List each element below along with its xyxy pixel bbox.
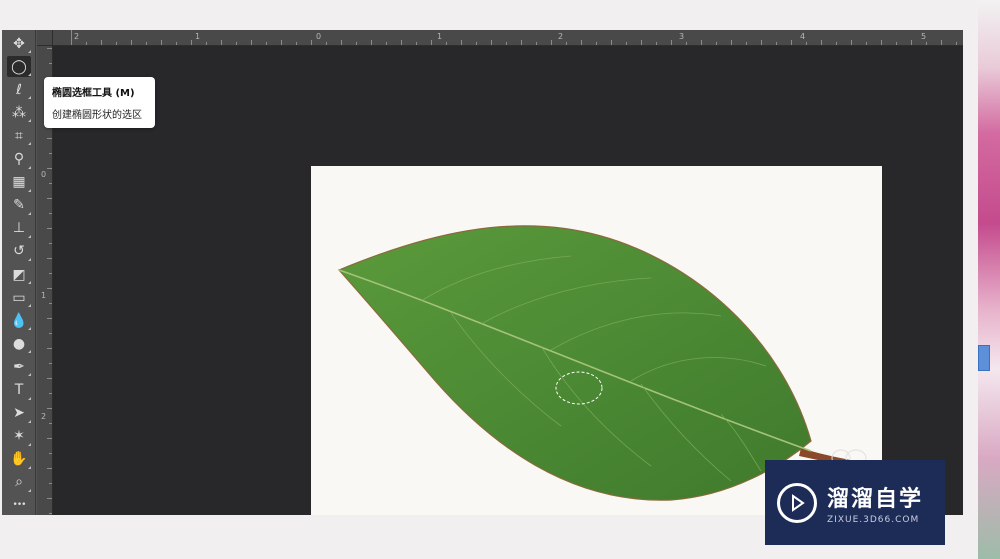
hand-icon: ✋ [10, 451, 28, 468]
dodge-tool[interactable]: ● [7, 333, 31, 354]
move-tool[interactable]: ✥ [7, 33, 31, 54]
path-selection-tool[interactable]: ➤ [7, 403, 31, 424]
ellipsis-icon: ••• [12, 500, 27, 510]
ruler-top-label: 4 [800, 32, 806, 41]
ruler-top-label: 1 [195, 32, 201, 41]
ruler-top-label: 5 [921, 32, 927, 41]
ellipse-marquee-icon: ◯ [11, 58, 27, 75]
magic-wand-tool[interactable]: ⁂ [7, 102, 31, 123]
ruler-top-label: 0 [316, 32, 322, 41]
more-tools[interactable]: ••• [7, 495, 31, 516]
history-brush-icon: ↺ [13, 243, 25, 260]
hand-tool[interactable]: ✋ [7, 449, 31, 470]
magic-wand-icon: ⁂ [12, 104, 26, 121]
brush-tool[interactable]: ✎ [7, 195, 31, 216]
horizontal-ruler[interactable]: 2 1 0 1 2 3 4 5 [53, 30, 963, 46]
desktop-background-edge [978, 0, 1000, 559]
ruler-corner[interactable] [37, 30, 53, 46]
watermark-brand: 溜溜自学 [827, 486, 924, 512]
ruler-top-label: 3 [679, 32, 685, 41]
eyedropper-tool[interactable]: ⚲ [7, 149, 31, 170]
move-icon: ✥ [13, 35, 25, 52]
stamp-icon: ⊥ [12, 220, 26, 237]
tools-panel: ✥ ◯ ℓ ⁂ ⌗ ⚲ ▦ ✎ ⊥ ↺ ◩ ▭ 💧 ● ✒ T ➤ ✶ ✋ ⌕ ••• [2, 30, 36, 515]
canvas-area[interactable] [53, 46, 963, 515]
type-tool[interactable]: T [7, 380, 31, 401]
crop-icon: ⌗ [15, 127, 23, 144]
play-logo-icon [777, 482, 817, 523]
pen-tool[interactable]: ✒ [7, 356, 31, 377]
drop-icon: 💧 [10, 312, 28, 329]
leaf-shape [337, 225, 812, 501]
crop-tool[interactable]: ⌗ [7, 125, 31, 146]
eyedropper-icon: ⚲ [13, 151, 25, 167]
watermark-logo: 溜溜自学 ZIXUE.3D66.COM [765, 460, 945, 545]
dodge-icon: ● [12, 335, 26, 352]
ruler-left-label: 1 [41, 291, 47, 300]
ruler-left-label: 0 [41, 170, 47, 179]
pen-icon: ✒ [13, 358, 25, 375]
clone-stamp-tool[interactable]: ⊥ [7, 218, 31, 239]
healing-brush-tool[interactable]: ▦ [7, 172, 31, 193]
shape-icon: ✶ [13, 428, 25, 445]
zoom-icon: ⌕ [15, 474, 23, 491]
ruler-left-label: 2 [41, 412, 47, 421]
eraser-icon: ◩ [12, 266, 26, 283]
brush-icon: ✎ [13, 197, 25, 214]
history-brush-tool[interactable]: ↺ [7, 241, 31, 262]
zoom-tool[interactable]: ⌕ [7, 472, 31, 493]
arrow-icon: ➤ [13, 405, 25, 422]
ruler-top-label: 2 [74, 32, 80, 41]
side-panel-tab[interactable] [978, 345, 990, 371]
tooltip-title: 椭圆选框工具 (M) [52, 88, 135, 99]
gradient-icon: ▭ [12, 289, 26, 306]
tool-tooltip: 椭圆选框工具 (M) 创建椭圆形状的选区 [44, 77, 155, 128]
type-icon: T [14, 382, 24, 398]
ruler-top-label: 2 [558, 32, 564, 41]
gradient-tool[interactable]: ▭ [7, 287, 31, 308]
tooltip-description: 创建椭圆形状的选区 [52, 110, 142, 121]
blur-tool[interactable]: 💧 [7, 310, 31, 331]
ruler-top-label: 1 [437, 32, 443, 41]
bandage-icon: ▦ [12, 174, 26, 191]
custom-shape-tool[interactable]: ✶ [7, 426, 31, 447]
eraser-tool[interactable]: ◩ [7, 264, 31, 285]
lasso-icon: ℓ [16, 81, 22, 98]
watermark-url: ZIXUE.3D66.COM [827, 514, 920, 525]
elliptical-marquee-tool[interactable]: ◯ [7, 56, 31, 78]
lasso-tool[interactable]: ℓ [7, 79, 31, 100]
